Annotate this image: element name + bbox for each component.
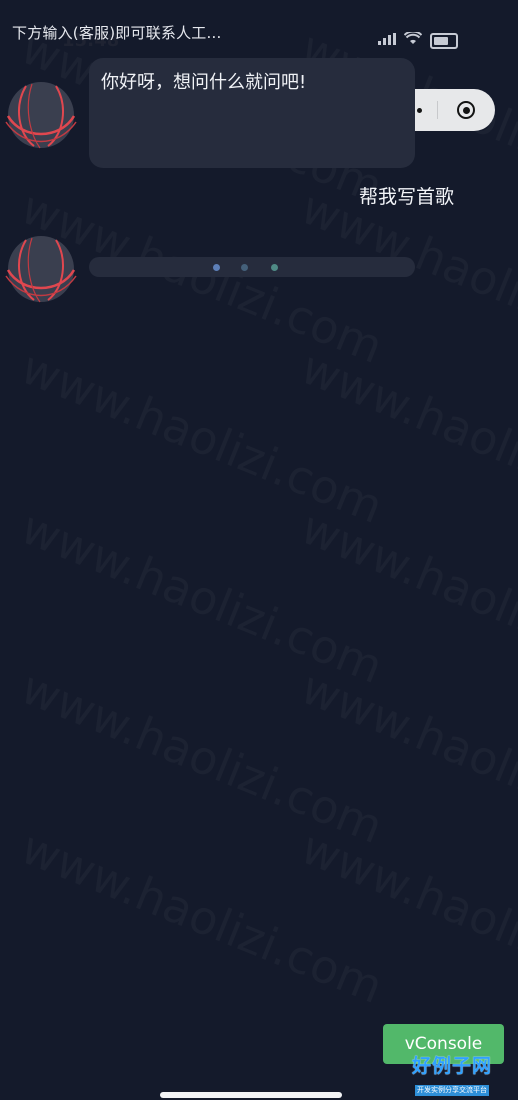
status-bar: 15:48 下方输入(客服)即可联系人工...	[0, 0, 518, 51]
wifi-icon	[403, 30, 423, 49]
battery-icon	[430, 32, 458, 49]
watermark: www.haolizi.com	[14, 500, 390, 694]
home-indicator[interactable]	[160, 1092, 342, 1098]
assistant-avatar	[4, 232, 78, 306]
status-icons	[378, 30, 458, 49]
loading-dot	[241, 264, 248, 271]
assistant-typing-indicator	[89, 257, 415, 277]
site-logo-subtitle: 开发实例分享交流平台	[415, 1085, 489, 1096]
watermark: www.haolizi.com	[294, 660, 518, 854]
watermark: www.haolizi.com	[14, 340, 390, 534]
loading-dot	[271, 264, 278, 271]
service-notice[interactable]: 下方输入(客服)即可联系人工...	[12, 22, 221, 43]
assistant-message-text: 你好呀，想问什么就问吧!	[101, 72, 307, 93]
watermark: www.haolizi.com	[14, 660, 390, 854]
watermark: www.haolizi.com	[294, 180, 518, 374]
site-logo: 好例子网 开发实例分享交流平台	[408, 1055, 496, 1096]
target-close-icon[interactable]	[438, 89, 494, 131]
watermark: www.haolizi.com	[14, 820, 390, 1014]
user-message-text: 帮我写首歌	[358, 186, 454, 208]
chat-screen: www.haolizi.com www.haolizi.com www.haol…	[0, 0, 518, 1100]
watermark: www.haolizi.com	[294, 340, 518, 534]
watermark: www.haolizi.com	[294, 820, 518, 1014]
loading-dot	[213, 264, 220, 271]
watermark: www.haolizi.com	[294, 500, 518, 694]
assistant-avatar	[4, 78, 78, 152]
assistant-message-bubble: 你好呀，想问什么就问吧!	[89, 58, 415, 168]
site-logo-title: 好例子网	[411, 1055, 492, 1077]
signal-icon	[378, 32, 396, 49]
